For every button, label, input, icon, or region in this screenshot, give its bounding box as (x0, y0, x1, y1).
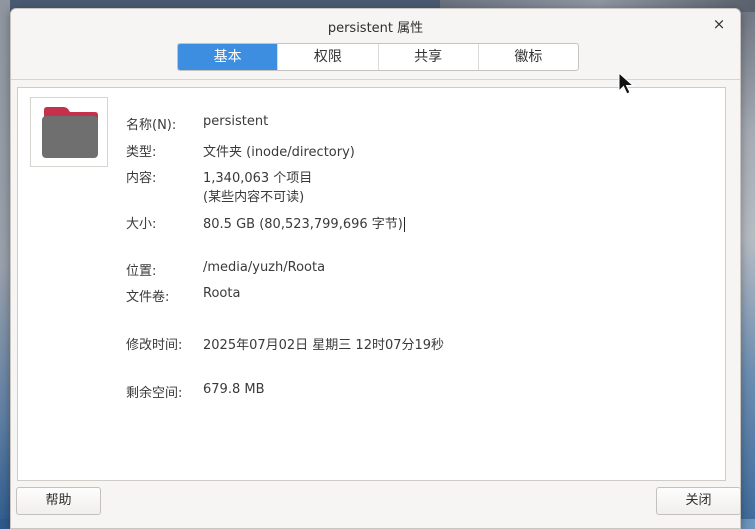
folder-icon (42, 107, 98, 158)
contents-label: 内容: (126, 171, 157, 186)
help-button[interactable]: 帮助 (16, 487, 101, 515)
contents-value[interactable]: 1,340,063 个项目 (203, 167, 312, 186)
contents-note[interactable]: (某些内容不可读) (203, 186, 304, 205)
desktop-background-right (741, 0, 755, 529)
name-label: 名称(N): (126, 118, 177, 133)
folder-icon-button[interactable] (30, 97, 108, 167)
modified-value[interactable]: 2025年07月02日 星期三 12时07分19秒 (203, 334, 444, 353)
location-label: 位置: (126, 264, 157, 279)
size-value-wrap[interactable]: 80.5 GB (80,523,799,696 字节) (203, 213, 405, 232)
close-button[interactable]: 关闭 (656, 487, 741, 515)
mouse-pointer-icon (618, 72, 635, 95)
free-space-label: 剩余空间: (126, 386, 183, 401)
window-title: persistent 属性 (327, 21, 424, 36)
close-window-icon[interactable]: × (710, 15, 728, 33)
tab-sharing[interactable]: 共享 (379, 44, 479, 70)
tab-permissions[interactable]: 权限 (278, 44, 379, 70)
size-value[interactable]: 80.5 GB (80,523,799,696 字节) (203, 217, 403, 232)
desktop-background-left (0, 0, 10, 529)
title-bar[interactable]: persistent 属性 × (11, 9, 740, 41)
modified-label: 修改时间: (126, 338, 183, 353)
volume-label: 文件卷: (126, 290, 170, 305)
type-label: 类型: (126, 145, 157, 160)
name-field[interactable]: persistent (203, 114, 268, 129)
type-value[interactable]: 文件夹 (inode/directory) (203, 141, 355, 160)
basic-properties-panel: 名称(N): persistent 类型: 文件夹 (inode/directo… (17, 87, 726, 481)
tab-bar: 基本 权限 共享 徽标 (177, 43, 579, 71)
free-space-value[interactable]: 679.8 MB (203, 382, 264, 397)
volume-value[interactable]: Roota (203, 286, 240, 301)
tab-basic[interactable]: 基本 (178, 44, 279, 70)
text-caret (403, 217, 405, 232)
size-label: 大小: (126, 217, 157, 232)
tab-emblems[interactable]: 徽标 (479, 44, 578, 70)
location-value[interactable]: /media/yuzh/Roota (203, 260, 325, 275)
